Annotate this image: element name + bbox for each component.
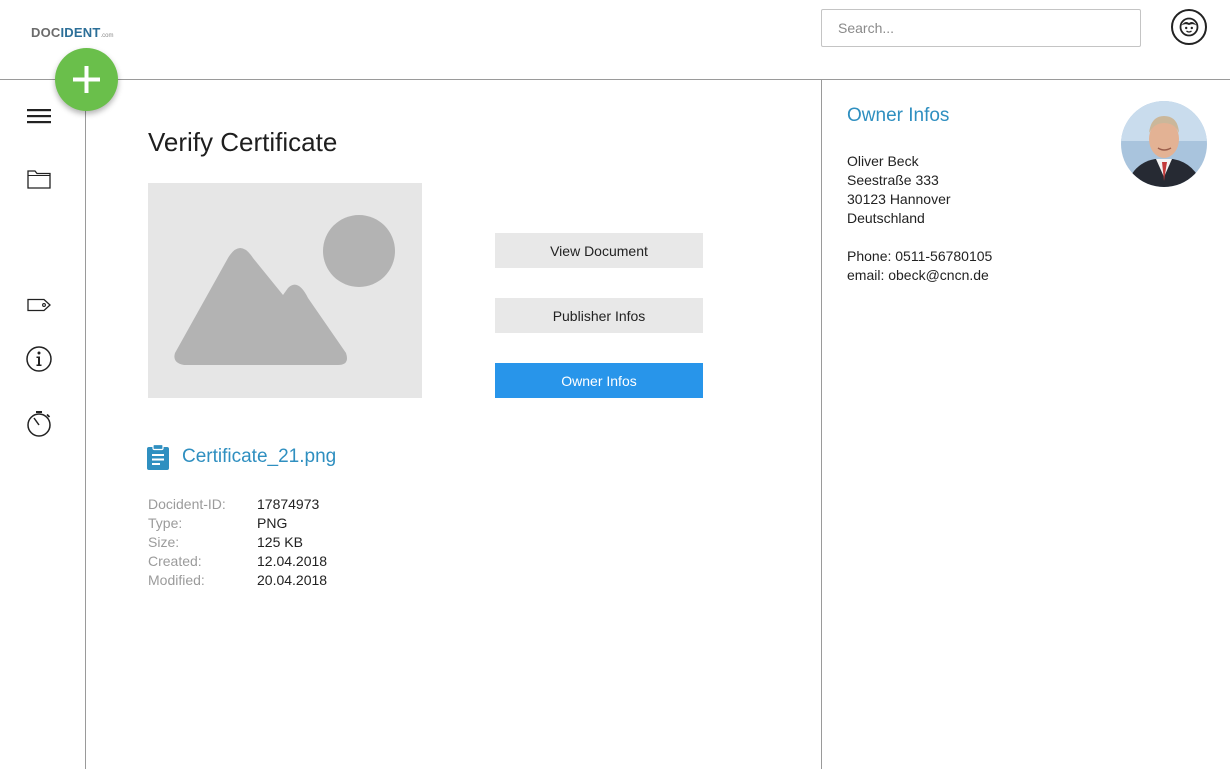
meta-label: Created: (148, 553, 202, 569)
folder-icon (27, 170, 51, 189)
menu-icon (27, 109, 51, 124)
clipboard-icon (147, 444, 169, 470)
file-metadata: Docident-ID: 17874973 Type: PNG Size: 12… (148, 495, 327, 590)
meta-label: Size: (148, 534, 180, 550)
owner-info-panel: Owner Infos Oliver Beck Seestraße 333 30… (821, 80, 1230, 769)
sidebar-item-tags[interactable] (24, 290, 54, 320)
timer-icon (27, 411, 51, 437)
meta-value: PNG (257, 515, 288, 531)
meta-row: Docident-ID: 17874973 (148, 495, 327, 514)
sidebar-item-folder[interactable] (24, 164, 54, 194)
main-content: Verify Certificate View Document Publish… (86, 80, 821, 769)
owner-street: Seestraße 333 (847, 172, 939, 188)
search-input[interactable] (821, 9, 1141, 47)
page-title: Verify Certificate (148, 127, 338, 157)
meta-label: Docident-ID: (148, 496, 226, 512)
meta-row: Modified: 20.04.2018 (148, 571, 327, 590)
view-document-button[interactable]: View Document (495, 233, 703, 268)
owner-email[interactable]: email: obeck@cncn.de (847, 266, 992, 285)
info-icon (26, 346, 52, 372)
user-face-icon (1179, 17, 1199, 37)
logo-suffix: .com (100, 33, 114, 39)
owner-country: Deutschland (847, 210, 925, 226)
meta-value: 125 KB (257, 534, 303, 550)
document-preview (148, 183, 422, 398)
meta-row: Created: 12.04.2018 (148, 552, 327, 571)
sidebar-item-timer[interactable] (24, 408, 54, 438)
top-bar: DOCIDENT.com (0, 0, 1230, 80)
owner-avatar (1121, 101, 1207, 187)
owner-city: 30123 Hannover (847, 191, 951, 207)
meta-row: Size: 125 KB (148, 533, 327, 552)
tag-icon (27, 298, 51, 312)
add-button[interactable] (55, 48, 118, 111)
owner-name: Oliver Beck (847, 153, 919, 169)
panel-title: Owner Infos (847, 105, 950, 126)
sidebar-item-info[interactable] (24, 344, 54, 374)
owner-portrait-icon (1121, 101, 1207, 187)
meta-value: 20.04.2018 (257, 572, 328, 588)
file-name: Certificate_21.png (182, 446, 337, 467)
meta-value: 12.04.2018 (257, 553, 328, 569)
owner-infos-button[interactable]: Owner Infos (495, 363, 703, 398)
logo-prefix: DOC (31, 25, 61, 40)
meta-label: Type: (148, 515, 183, 531)
plus-icon (73, 66, 100, 93)
menu-button[interactable] (24, 102, 54, 132)
image-placeholder-icon (174, 215, 395, 365)
meta-row: Type: PNG (148, 514, 327, 533)
publisher-infos-button[interactable]: Publisher Infos (495, 298, 703, 333)
docident-logo[interactable]: DOCIDENT.com (31, 25, 114, 40)
owner-details: Oliver Beck Seestraße 333 30123 Hannover… (847, 152, 992, 285)
owner-phone: Phone: 0511-56780105 (847, 248, 993, 264)
meta-value: 17874973 (257, 496, 320, 512)
meta-label: Modified: (148, 572, 205, 588)
file-link[interactable]: Certificate_21.png (146, 443, 336, 471)
logo-brand: IDENT (60, 25, 101, 40)
sidebar (0, 80, 86, 769)
user-menu-button[interactable] (1171, 9, 1207, 45)
